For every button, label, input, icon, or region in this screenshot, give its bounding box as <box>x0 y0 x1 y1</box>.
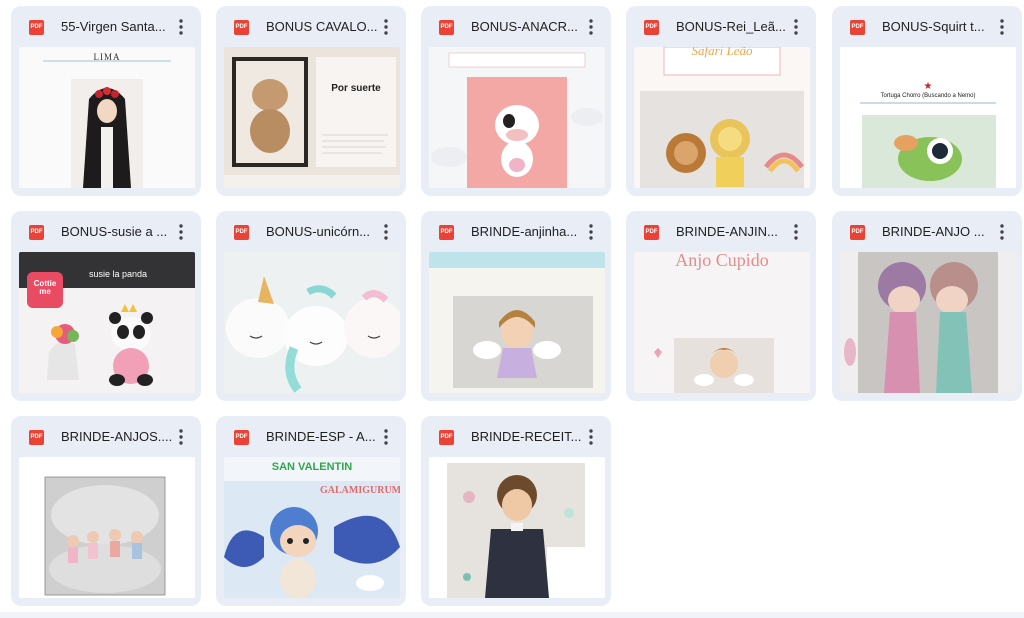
more-vert-icon[interactable] <box>374 15 398 39</box>
thumb-caption: Safari Leão <box>691 47 753 58</box>
more-vert-icon[interactable] <box>990 15 1014 39</box>
file-card[interactable]: PDF BRINDE-anjinha... <box>421 211 611 401</box>
file-title[interactable]: BRINDE-ANJIN... <box>676 223 788 241</box>
pdf-icon: PDF <box>439 20 454 35</box>
file-title[interactable]: BONUS-Rei_Leã... <box>676 18 788 36</box>
thumb-caption: Anjo Cupido <box>675 252 769 270</box>
brand-logo: GALAMIGURUMIS <box>320 485 400 496</box>
file-thumbnail[interactable] <box>429 252 605 393</box>
file-title[interactable]: BRINDE-ESP - A... <box>266 428 378 446</box>
file-thumbnail[interactable]: SAN VALENTIN GALAMIGURUMIS <box>224 457 400 598</box>
file-thumbnail[interactable] <box>19 457 195 598</box>
more-vert-icon[interactable] <box>374 425 398 449</box>
more-vert-icon[interactable] <box>784 220 808 244</box>
file-card-header[interactable]: PDF BONUS-Rei_Leã... <box>626 6 816 48</box>
file-card[interactable]: PDF BRINDE-ANJOS.... <box>11 416 201 606</box>
pdf-icon: PDF <box>29 225 44 240</box>
more-vert-icon[interactable] <box>784 15 808 39</box>
thumb-caption: Tortuga Chorro (Buscando a Nemo) <box>880 93 976 99</box>
file-title[interactable]: BRINDE-ANJO ... <box>882 223 994 241</box>
file-card[interactable]: PDF BONUS-Rei_Leã... Safari Leão <box>626 6 816 196</box>
pdf-icon: PDF <box>644 225 659 240</box>
more-vert-icon[interactable] <box>169 425 193 449</box>
more-vert-icon[interactable] <box>579 15 603 39</box>
pdf-icon: PDF <box>29 20 44 35</box>
file-card-header[interactable]: PDF BONUS-ANACR... <box>421 6 611 48</box>
file-card[interactable]: PDF BONUS CAVALO... Por suerte <box>216 6 406 196</box>
file-card-header[interactable]: PDF BONUS CAVALO... <box>216 6 406 48</box>
thumb-caption: SAN VALENTIN <box>271 461 353 473</box>
pdf-icon: PDF <box>234 430 249 445</box>
file-thumbnail[interactable] <box>840 252 1016 393</box>
pdf-icon: PDF <box>439 225 454 240</box>
more-vert-icon[interactable] <box>990 220 1014 244</box>
file-card[interactable]: PDF BONUS-Squirt t... ★ Tortuga Chorro (… <box>832 6 1022 196</box>
file-card-header[interactable]: PDF 55-Virgen Santa... <box>11 6 201 48</box>
file-card[interactable]: PDF BRINDE-ANJO ... <box>832 211 1022 401</box>
file-card[interactable]: PDF BONUS-ANACR... <box>421 6 611 196</box>
file-title[interactable]: BONUS CAVALO... <box>266 18 378 36</box>
file-card-header[interactable]: PDF BONUS-unicórn... <box>216 211 406 253</box>
file-title[interactable]: 55-Virgen Santa... <box>61 18 173 36</box>
thumb-caption: susie la panda <box>89 269 148 279</box>
pdf-icon: PDF <box>850 225 865 240</box>
file-thumbnail[interactable]: susie la panda Cottie me <box>19 252 195 393</box>
pdf-icon: PDF <box>439 430 454 445</box>
svg-text:★: ★ <box>924 81 933 92</box>
pdf-icon: PDF <box>234 225 249 240</box>
file-thumbnail[interactable]: ★ Tortuga Chorro (Buscando a Nemo) <box>840 47 1016 188</box>
file-card[interactable]: PDF BRINDE-RECEIT... <box>421 416 611 606</box>
file-thumbnail[interactable] <box>429 457 605 598</box>
file-card-header[interactable]: PDF BRINDE-ESP - A... <box>216 416 406 458</box>
file-title[interactable]: BONUS-Squirt t... <box>882 18 994 36</box>
file-card[interactable]: PDF BRINDE-ESP - A... SAN VALENTIN GALAM… <box>216 416 406 606</box>
file-thumbnail[interactable] <box>224 252 400 393</box>
file-thumbnail[interactable]: LIMA <box>19 47 195 188</box>
file-thumbnail[interactable]: Safari Leão <box>634 47 810 188</box>
more-vert-icon[interactable] <box>169 220 193 244</box>
file-card-header[interactable]: PDF BRINDE-ANJOS.... <box>11 416 201 458</box>
thumb-caption: Por suerte <box>331 83 381 94</box>
file-card-header[interactable]: PDF BRINDE-ANJIN... <box>626 211 816 253</box>
file-title[interactable]: BONUS-ANACR... <box>471 18 583 36</box>
pdf-icon: PDF <box>850 20 865 35</box>
file-card-header[interactable]: PDF BRINDE-anjinha... <box>421 211 611 253</box>
brand-logo: Cottie me <box>33 279 57 296</box>
file-thumbnail[interactable] <box>429 47 605 188</box>
file-title[interactable]: BRINDE-ANJOS.... <box>61 428 173 446</box>
file-card[interactable]: PDF BONUS-unicórn... <box>216 211 406 401</box>
page-bottom-edge <box>0 612 1024 618</box>
thumb-caption: LIMA <box>93 52 121 62</box>
file-card[interactable]: PDF BONUS-susie a ... susie la panda Cot… <box>11 211 201 401</box>
file-card-header[interactable]: PDF BRINDE-RECEIT... <box>421 416 611 458</box>
pdf-icon: PDF <box>29 430 44 445</box>
file-thumbnail[interactable]: Por suerte <box>224 47 400 188</box>
more-vert-icon[interactable] <box>579 220 603 244</box>
file-thumbnail[interactable]: Anjo Cupido <box>634 252 810 393</box>
file-card[interactable]: PDF BRINDE-ANJIN... Anjo Cupido <box>626 211 816 401</box>
pdf-icon: PDF <box>234 20 249 35</box>
more-vert-icon[interactable] <box>579 425 603 449</box>
file-title[interactable]: BONUS-susie a ... <box>61 223 173 241</box>
file-title[interactable]: BRINDE-anjinha... <box>471 223 583 241</box>
more-vert-icon[interactable] <box>169 15 193 39</box>
file-title[interactable]: BONUS-unicórn... <box>266 223 378 241</box>
pdf-icon: PDF <box>644 20 659 35</box>
file-card-header[interactable]: PDF BONUS-susie a ... <box>11 211 201 253</box>
file-card-header[interactable]: PDF BONUS-Squirt t... <box>832 6 1022 48</box>
file-card[interactable]: PDF 55-Virgen Santa... LIMA <box>11 6 201 196</box>
more-vert-icon[interactable] <box>374 220 398 244</box>
file-title[interactable]: BRINDE-RECEIT... <box>471 428 583 446</box>
file-card-header[interactable]: PDF BRINDE-ANJO ... <box>832 211 1022 253</box>
